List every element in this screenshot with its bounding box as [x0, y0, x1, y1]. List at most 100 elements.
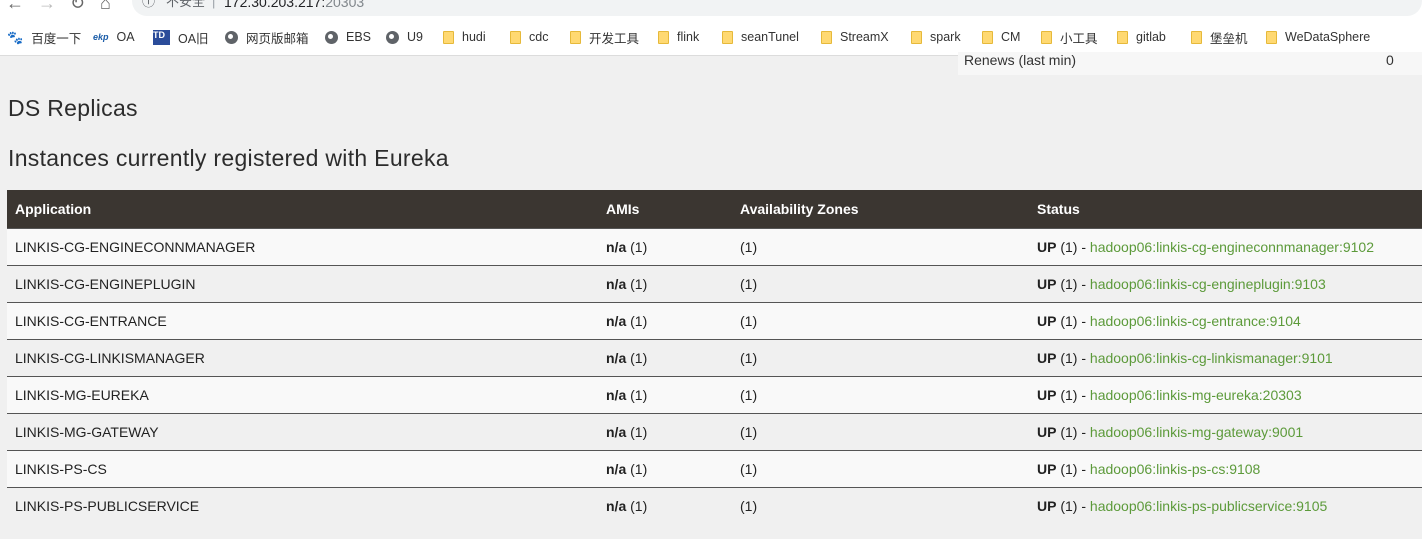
- status-value: UP: [1037, 349, 1057, 366]
- bookmark-label: 堡垒机: [1210, 31, 1248, 46]
- application-name: LINKIS-CG-ENGINECONNMANAGER: [7, 227, 598, 265]
- folder-icon: [821, 30, 832, 44]
- application-name: LINKIS-CG-ENTRANCE: [7, 301, 598, 339]
- bookmark-label: CM: [1001, 30, 1021, 44]
- bookmark-item[interactable]: 开发工具: [570, 28, 639, 46]
- header-availability-zones: Availability Zones: [740, 200, 859, 217]
- bookmark-item[interactable]: ekp OA: [93, 28, 135, 46]
- bookmark-item[interactable]: TD OA旧: [153, 28, 209, 46]
- reload-icon[interactable]: ↻: [70, 0, 85, 12]
- instance-link[interactable]: hadoop06:linkis-cg-engineplugin:9103: [1090, 276, 1326, 292]
- ami-value: n/a: [606, 423, 627, 440]
- not-secure-label: 不安全: [166, 0, 206, 9]
- ami-value: n/a: [606, 497, 627, 514]
- ami-count: (1): [630, 312, 648, 329]
- bookmark-label: spark: [930, 30, 961, 44]
- status-count: (1) -: [1060, 497, 1087, 514]
- baidu-icon: 🐾: [7, 29, 24, 45]
- bookmark-item[interactable]: seanTunel: [722, 28, 799, 46]
- folder-icon: [722, 30, 733, 44]
- url-text[interactable]: 172.30.203.217:20303: [224, 0, 364, 10]
- instance-link[interactable]: hadoop06:linkis-mg-eureka:20303: [1090, 387, 1302, 403]
- forward-arrow-icon[interactable]: →: [38, 0, 56, 12]
- bookmark-item[interactable]: EBS: [325, 28, 371, 46]
- globe-icon: [225, 30, 238, 44]
- application-name: LINKIS-MG-EUREKA: [7, 375, 598, 413]
- bookmark-item[interactable]: U9: [386, 28, 423, 46]
- application-name: LINKIS-CG-LINKISMANAGER: [7, 338, 598, 376]
- zones-cell: (1): [732, 338, 1029, 376]
- bookmark-item[interactable]: StreamX: [821, 28, 889, 46]
- bookmark-item[interactable]: gitlab: [1117, 28, 1166, 46]
- bookmark-item[interactable]: 🐾 百度一下: [7, 28, 81, 46]
- table-row: LINKIS-CG-ENTRANCE n/a (1) (1) UP (1) - had…: [7, 301, 1422, 339]
- ami-cell: n/a (1): [598, 264, 732, 302]
- instance-link[interactable]: hadoop06:linkis-cg-linkismanager:9101: [1090, 350, 1333, 366]
- instances-heading: Instances currently registered with Eure…: [8, 145, 449, 171]
- zones-cell: (1): [732, 486, 1029, 524]
- zones-cell: (1): [732, 264, 1029, 302]
- bookmark-item[interactable]: WeDataSphere: [1266, 28, 1370, 46]
- bookmark-label: cdc: [529, 30, 549, 44]
- status-value: UP: [1037, 238, 1057, 255]
- instance-link[interactable]: hadoop06:linkis-cg-engineconnmanager:910…: [1090, 239, 1374, 255]
- bookmark-label: U9: [407, 30, 423, 44]
- ami-count: (1): [630, 497, 648, 514]
- url-host: 172.30.203.217:: [224, 0, 326, 10]
- folder-icon: [658, 30, 669, 44]
- status-value: UP: [1037, 497, 1057, 514]
- instance-link[interactable]: hadoop06:linkis-mg-gateway:9001: [1090, 424, 1303, 440]
- status-value: UP: [1037, 460, 1057, 477]
- instance-link[interactable]: hadoop06:linkis-ps-publicservice:9105: [1090, 498, 1327, 514]
- home-icon[interactable]: ⌂: [100, 0, 111, 12]
- bookmark-item[interactable]: flink: [658, 28, 699, 46]
- bookmark-item[interactable]: hudi: [443, 28, 486, 46]
- status-cell: UP (1) - hadoop06:linkis-cg-linkismanage…: [1029, 338, 1422, 376]
- ami-count: (1): [630, 275, 648, 292]
- back-arrow-icon[interactable]: ←: [6, 0, 24, 12]
- zones-cell: (1): [732, 227, 1029, 265]
- zones-cell: (1): [732, 412, 1029, 450]
- bookmark-item[interactable]: 网页版邮箱: [225, 28, 309, 46]
- bookmark-item[interactable]: 堡垒机: [1191, 28, 1248, 46]
- status-count: (1) -: [1060, 349, 1087, 366]
- bookmark-item[interactable]: cdc: [510, 28, 548, 46]
- instance-link[interactable]: hadoop06:linkis-ps-cs:9108: [1090, 461, 1260, 477]
- ami-count: (1): [630, 460, 648, 477]
- info-icon[interactable]: ⓘ: [142, 0, 155, 10]
- ami-value: n/a: [606, 312, 627, 329]
- folder-icon: [911, 30, 922, 44]
- status-value: UP: [1037, 275, 1057, 292]
- header-application: Application: [15, 200, 92, 217]
- ami-count: (1): [630, 423, 648, 440]
- folder-icon: [510, 30, 521, 44]
- application-name: LINKIS-PS-PUBLICSERVICE: [7, 486, 598, 524]
- folder-icon: [570, 30, 581, 44]
- status-cell: UP (1) - hadoop06:linkis-cg-engineplugin…: [1029, 264, 1422, 302]
- folder-icon: [1117, 30, 1128, 44]
- bookmark-label: hudi: [462, 30, 486, 44]
- status-value: UP: [1037, 386, 1057, 403]
- folder-icon: [1266, 30, 1277, 44]
- application-name: LINKIS-CG-ENGINEPLUGIN: [7, 264, 598, 302]
- renews-row: Renews (last min) 0: [958, 52, 1422, 75]
- globe-icon: [386, 30, 399, 44]
- status-value: UP: [1037, 312, 1057, 329]
- ami-value: n/a: [606, 349, 627, 366]
- bookmark-item[interactable]: 小工具: [1041, 28, 1098, 46]
- ami-count: (1): [630, 349, 648, 366]
- bookmark-label: 网页版邮箱: [246, 31, 309, 46]
- status-count: (1) -: [1060, 460, 1087, 477]
- bookmark-item[interactable]: spark: [911, 28, 961, 46]
- td-icon: TD: [153, 29, 170, 45]
- status-cell: UP (1) - hadoop06:linkis-ps-publicservic…: [1029, 486, 1422, 524]
- bookmark-label: EBS: [346, 30, 372, 44]
- instance-link[interactable]: hadoop06:linkis-cg-entrance:9104: [1090, 313, 1301, 329]
- bookmark-item[interactable]: CM: [982, 28, 1020, 46]
- ami-cell: n/a (1): [598, 412, 732, 450]
- ami-cell: n/a (1): [598, 301, 732, 339]
- bookmark-label: flink: [677, 30, 700, 44]
- status-value: UP: [1037, 423, 1057, 440]
- ami-count: (1): [630, 386, 648, 403]
- ami-count: (1): [630, 238, 648, 255]
